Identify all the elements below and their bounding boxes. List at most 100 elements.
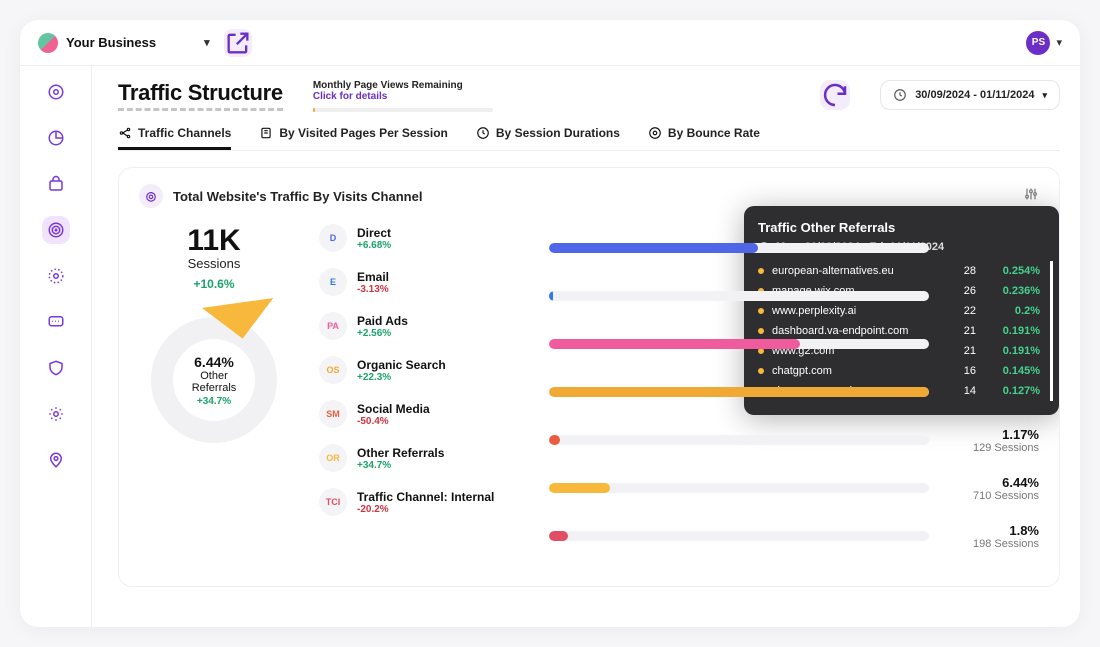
tooltip-source: european-alternatives.eu — [772, 265, 942, 277]
panel-title: Total Website's Traffic By Visits Channe… — [173, 189, 422, 204]
sidebar-nav — [20, 66, 92, 627]
bar-fill — [549, 339, 800, 349]
channel-name: Social Media — [357, 402, 430, 416]
tooltip-row: dashboard.va-endpoint.com210.191% — [758, 321, 1040, 341]
channel-item[interactable]: OROther Referrals+34.7% — [319, 444, 519, 472]
sidebar-item-analytics[interactable] — [42, 124, 70, 152]
donut-chart: 6.44% Other Referrals +34.7% — [139, 305, 289, 455]
bar-fill — [549, 291, 553, 301]
channel-code-badge: OS — [319, 356, 347, 384]
bar-track — [549, 339, 929, 349]
bar-fill — [549, 243, 758, 253]
quota-block[interactable]: Monthly Page Views Remaining Click for d… — [313, 80, 493, 112]
channel-name: Direct — [357, 226, 391, 240]
channel-name: Traffic Channel: Internal — [357, 490, 494, 504]
tab-bounce-rate[interactable]: By Bounce Rate — [648, 126, 760, 150]
channel-code-badge: OR — [319, 444, 347, 472]
sidebar-item-target[interactable] — [42, 262, 70, 290]
bar-fill — [549, 387, 929, 397]
tooltip-value: 21 — [950, 325, 976, 337]
channel-item[interactable]: E Email-3.13% — [319, 268, 519, 296]
channel-delta: -3.13% — [357, 284, 389, 295]
sliders-icon — [1023, 186, 1039, 202]
clock-icon — [893, 88, 907, 102]
channel-code-badge: PA — [319, 312, 347, 340]
bar-fill — [549, 483, 610, 493]
sidebar-item-location[interactable] — [42, 446, 70, 474]
tooltip-value: 26 — [950, 285, 976, 297]
bar-fill — [549, 435, 560, 445]
date-range-text: 30/09/2024 - 01/11/2024 — [915, 89, 1034, 101]
tooltip-pct: 0.2% — [984, 305, 1040, 317]
quota-progress-bar — [313, 108, 493, 112]
tab-traffic-channels[interactable]: Traffic Channels — [118, 126, 231, 150]
channel-item[interactable]: OSOrganic Search+22.3% — [319, 356, 519, 384]
app-window: Your Business ▾ PS ▾ Traffic Structure M… — [20, 20, 1080, 627]
tooltip-pct: 0.191% — [984, 345, 1040, 357]
sidebar-item-security[interactable] — [42, 354, 70, 382]
channel-name: Email — [357, 270, 389, 284]
summary-delta: +10.6% — [139, 277, 289, 291]
tooltip-pct: 0.191% — [984, 325, 1040, 337]
channel-delta: -20.2% — [357, 504, 494, 515]
channel-item[interactable]: SMSocial Media-50.4% — [319, 400, 519, 428]
channel-name: Organic Search — [357, 358, 446, 372]
business-logo-icon — [38, 33, 58, 53]
tooltip-value: 28 — [950, 265, 976, 277]
user-avatar[interactable]: PS — [1026, 31, 1050, 55]
channel-item[interactable]: TCITraffic Channel: Internal-20.2% — [319, 488, 519, 516]
sidebar-item-dashboard[interactable] — [42, 78, 70, 106]
channel-code-badge: D — [319, 224, 347, 252]
channel-stat: 1.8%198 Sessions — [929, 523, 1039, 550]
bar-track — [549, 531, 929, 541]
donut-center: 6.44% Other Referrals +34.7% — [139, 305, 289, 455]
channel-list: DDirect+6.68%EEmail-3.13%PAPaid Ads+2.56… — [319, 224, 519, 560]
sidebar-item-traffic[interactable] — [42, 216, 70, 244]
channel-name: Paid Ads — [357, 314, 408, 328]
bar-track — [549, 435, 929, 445]
bar-track — [549, 243, 929, 253]
channel-delta: +6.68% — [357, 240, 391, 251]
bar-track — [549, 291, 929, 301]
channel-name: Other Referrals — [357, 446, 444, 460]
sidebar-item-settings[interactable] — [42, 400, 70, 428]
tooltip-row: www.perplexity.ai220.2% — [758, 301, 1040, 321]
top-bar: Your Business ▾ PS ▾ — [20, 20, 1080, 66]
bounce-icon — [648, 126, 662, 140]
channel-bar-row: 1.17%129 Sessions — [549, 416, 1039, 464]
panel-header: ◎ Total Website's Traffic By Visits Chan… — [139, 184, 1039, 208]
channel-code-badge: E — [319, 268, 347, 296]
tooltip-pct: 0.127% — [984, 385, 1040, 397]
chevron-down-icon[interactable]: ▾ — [1056, 36, 1062, 49]
main-content: Traffic Structure Monthly Page Views Rem… — [92, 66, 1080, 627]
tab-session-duration[interactable]: By Session Durations — [476, 126, 620, 150]
refresh-icon — [820, 80, 850, 110]
sidebar-item-messages[interactable] — [42, 308, 70, 336]
tooltip-other-referrals: Traffic Other Referrals Mon, 30/09/2024 … — [744, 206, 1059, 415]
traffic-panel: ◎ Total Website's Traffic By Visits Chan… — [118, 167, 1060, 587]
sidebar-item-commerce[interactable] — [42, 170, 70, 198]
duration-icon — [476, 126, 490, 140]
refresh-button[interactable] — [820, 80, 850, 110]
channel-bars: Traffic Other Referrals Mon, 30/09/2024 … — [549, 224, 1039, 560]
quota-sublabel: Click for details — [313, 91, 493, 102]
bullet-icon — [758, 308, 764, 314]
chevron-down-icon: ▾ — [204, 36, 210, 49]
panel-filter-button[interactable] — [1023, 186, 1039, 207]
tooltip-source: chatgpt.com — [772, 365, 942, 377]
tooltip-title: Traffic Other Referrals — [758, 220, 1053, 235]
summary-column: 11K Sessions +10.6% 6.44% Other Referral… — [139, 224, 289, 560]
tooltip-row: chatgpt.com160.145% — [758, 361, 1040, 381]
tooltip-value: 16 — [950, 365, 976, 377]
business-selector[interactable]: Your Business ▾ — [38, 33, 210, 53]
channel-code-badge: SM — [319, 400, 347, 428]
channel-item[interactable]: PAPaid Ads+2.56% — [319, 312, 519, 340]
channels-icon — [118, 126, 132, 140]
channel-item[interactable]: D Direct+6.68% — [319, 224, 519, 252]
tooltip-value: 14 — [950, 385, 976, 397]
title-row: Traffic Structure Monthly Page Views Rem… — [118, 80, 1060, 112]
share-button[interactable] — [224, 29, 252, 57]
date-range-picker[interactable]: 30/09/2024 - 01/11/2024 ▾ — [880, 80, 1060, 110]
bullet-icon — [758, 328, 764, 334]
tab-visited-pages[interactable]: By Visited Pages Per Session — [259, 126, 448, 150]
